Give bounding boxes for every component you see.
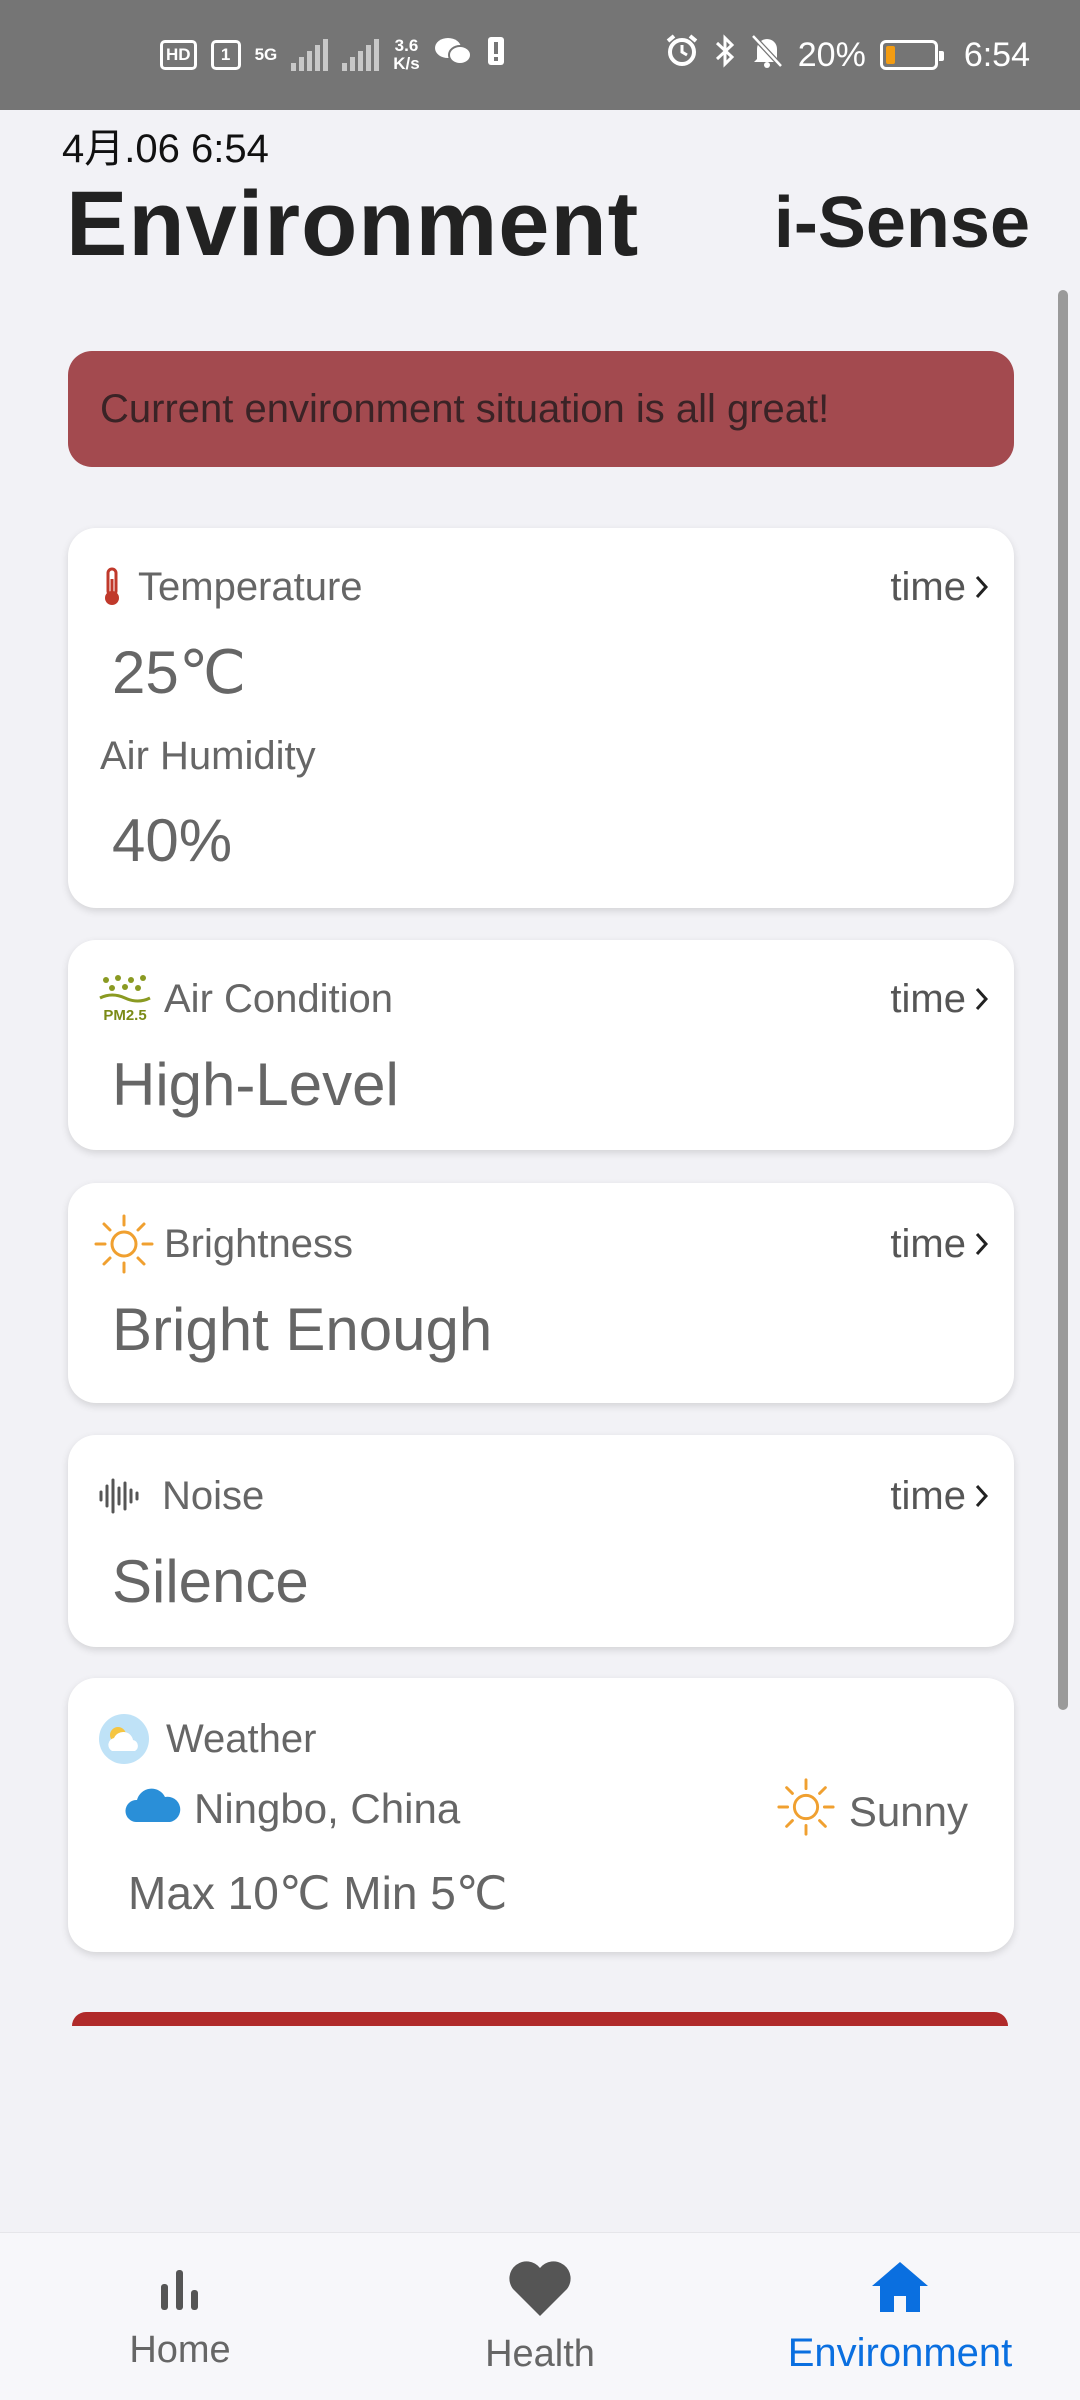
nav-home-label: Home bbox=[129, 2328, 231, 2371]
thermometer-icon bbox=[98, 562, 126, 612]
wechat-icon bbox=[434, 35, 472, 76]
bluetooth-icon bbox=[714, 33, 736, 78]
weather-condition-row: Sunny bbox=[775, 1776, 968, 1848]
date-time: 4月.06 6:54 bbox=[62, 127, 269, 171]
house-icon bbox=[869, 2258, 931, 2321]
air-condition-card-header: PM2.5 Air Condition time bbox=[98, 974, 990, 1024]
sun-icon bbox=[92, 1214, 156, 1274]
air-condition-value: High-Level bbox=[112, 1051, 399, 1118]
temperature-time-link[interactable]: time bbox=[890, 565, 990, 610]
status-bar-left: HD 1 5G 3.6 K/s bbox=[160, 35, 506, 76]
sim-badge: 1 bbox=[210, 40, 241, 70]
nav-health-label: Health bbox=[485, 2332, 595, 2375]
nav-home[interactable]: Home bbox=[0, 2262, 360, 2372]
next-card-edge bbox=[72, 2012, 1008, 2026]
cloud-icon bbox=[124, 1784, 182, 1834]
battery-percent: 20% bbox=[797, 35, 866, 74]
air-condition-label: Air Condition bbox=[164, 976, 394, 1021]
brightness-card[interactable]: Brightness time Bright Enough bbox=[68, 1183, 1014, 1403]
heart-icon bbox=[505, 2258, 575, 2323]
brightness-value: Bright Enough bbox=[112, 1296, 493, 1363]
clock: 6:54 bbox=[963, 35, 1030, 74]
bar-chart-icon bbox=[155, 2262, 205, 2319]
mute-icon bbox=[750, 33, 784, 78]
air-condition-card[interactable]: PM2.5 Air Condition time High-Level bbox=[68, 940, 1014, 1150]
temperature-card[interactable]: Temperature time 25℃ Air Humidity 40% bbox=[68, 528, 1014, 908]
status-bar-right: 20% 6:54 bbox=[664, 33, 1030, 78]
chevron-right-icon bbox=[975, 1484, 989, 1508]
signal-icon bbox=[291, 39, 329, 71]
status-bar: HD 1 5G 3.6 K/s 20% 6:54 bbox=[0, 0, 1080, 110]
weather-location-row: Ningbo, China bbox=[124, 1784, 460, 1834]
brightness-label: Brightness bbox=[164, 1221, 353, 1266]
weather-card[interactable]: Weather Ningbo, China Sunny Max 10℃ Min … bbox=[68, 1678, 1014, 1952]
status-alert-banner: Current environment situation is all gre… bbox=[68, 351, 1014, 467]
weather-card-header: Weather bbox=[98, 1714, 990, 1764]
pm25-icon: PM2.5 bbox=[98, 974, 152, 1024]
battery-icon bbox=[879, 40, 944, 70]
chevron-right-icon bbox=[975, 575, 989, 599]
weather-icon bbox=[98, 1714, 150, 1764]
temperature-label: Temperature bbox=[138, 564, 363, 609]
temperature-value: 25℃ bbox=[112, 639, 247, 706]
bottom-navigation: Home Health Environment bbox=[0, 2232, 1080, 2400]
nav-environment-label: Environment bbox=[787, 2330, 1013, 2375]
signal-icon-2 bbox=[342, 39, 380, 71]
sound-wave-icon bbox=[98, 1471, 142, 1521]
sunny-icon bbox=[775, 1776, 837, 1848]
network-type: 5G bbox=[254, 45, 278, 64]
speed-unit: K/s bbox=[393, 54, 420, 73]
noise-time-text: time bbox=[890, 1473, 966, 1518]
speed-value: 3.6 bbox=[394, 36, 419, 55]
brightness-time-link[interactable]: time bbox=[890, 1222, 990, 1267]
chevron-right-icon bbox=[975, 1232, 989, 1256]
noise-card-header: Noise time bbox=[98, 1471, 990, 1521]
nav-health[interactable]: Health bbox=[360, 2258, 720, 2376]
temperature-time-text: time bbox=[890, 564, 966, 609]
network-speed: 3.6 K/s bbox=[393, 37, 419, 73]
hd-badge: HD bbox=[160, 40, 197, 70]
notification-icon bbox=[486, 35, 506, 76]
noise-time-link[interactable]: time bbox=[890, 1474, 990, 1519]
brand-name: i-Sense bbox=[773, 183, 1030, 263]
scrollbar[interactable] bbox=[1058, 290, 1068, 1710]
weather-condition: Sunny bbox=[848, 1788, 968, 1835]
air-time-link[interactable]: time bbox=[890, 977, 990, 1022]
weather-location: Ningbo, China bbox=[194, 1785, 461, 1832]
page-title: Environment bbox=[66, 173, 640, 275]
air-time-text: time bbox=[890, 976, 966, 1021]
weather-temp-range: Max 10℃ Min 5℃ bbox=[128, 1867, 508, 1919]
humidity-value: 40% bbox=[112, 807, 233, 874]
noise-card[interactable]: Noise time Silence bbox=[68, 1435, 1014, 1647]
nav-environment[interactable]: Environment bbox=[720, 2258, 1080, 2376]
temperature-card-header: Temperature time bbox=[98, 562, 990, 612]
weather-label: Weather bbox=[166, 1716, 317, 1761]
alarm-icon bbox=[664, 33, 700, 78]
noise-value: Silence bbox=[112, 1548, 309, 1615]
humidity-label: Air Humidity bbox=[100, 734, 316, 778]
chevron-right-icon bbox=[975, 987, 989, 1011]
alert-text: Current environment situation is all gre… bbox=[100, 386, 830, 431]
brightness-card-header: Brightness time bbox=[92, 1214, 990, 1274]
brightness-time-text: time bbox=[890, 1221, 966, 1266]
noise-label: Noise bbox=[162, 1473, 265, 1518]
pm25-icon-text: PM2.5 bbox=[103, 1007, 146, 1024]
